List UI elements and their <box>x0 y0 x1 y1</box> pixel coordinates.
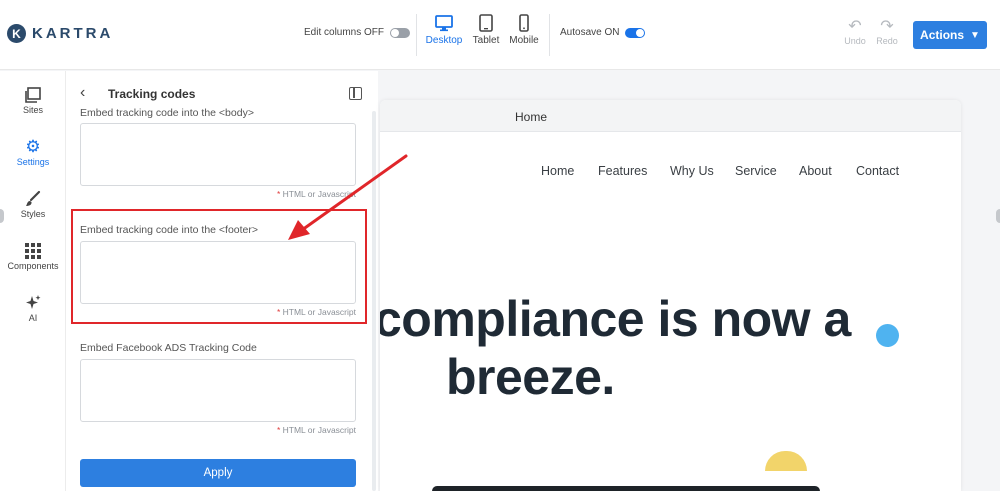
brush-icon <box>0 189 66 209</box>
toolbar-divider <box>549 14 550 56</box>
body-code-label: Embed tracking code into the <body> <box>80 107 254 119</box>
device-tablet-label: Tablet <box>472 35 500 46</box>
rail-item-styles[interactable]: Styles <box>0 189 66 219</box>
facebook-ads-code-hint: * HTML or Javascript <box>276 425 356 435</box>
rail-label-ai: AI <box>28 313 38 323</box>
tablet-icon <box>479 14 493 32</box>
panel-title: Tracking codes <box>108 87 196 101</box>
site-nav-service[interactable]: Service <box>735 164 777 178</box>
redo-icon: ↷ <box>880 18 894 35</box>
logo-text: KARTRA <box>32 25 114 42</box>
red-arrow-annotation <box>288 154 408 240</box>
sites-icon <box>0 85 66 105</box>
right-edge-handle[interactable] <box>996 209 1000 223</box>
rail-item-sites[interactable]: Sites <box>0 85 66 115</box>
device-tablet-button[interactable]: Tablet <box>466 14 506 46</box>
dark-pill-element <box>432 486 820 491</box>
device-desktop-label: Desktop <box>425 35 463 46</box>
left-icon-rail: Sites ⚙ Settings Styles Components AI <box>0 71 66 491</box>
undo-label: Undo <box>844 36 866 46</box>
mobile-icon <box>519 14 529 32</box>
site-nav-features[interactable]: Features <box>598 164 647 178</box>
decorative-yellow-shape <box>765 451 807 471</box>
left-edge-handle[interactable] <box>0 209 4 223</box>
preview-page-name: Home <box>515 110 548 124</box>
rail-item-ai[interactable]: AI <box>0 293 66 323</box>
autosave-toggle[interactable] <box>625 27 646 38</box>
desktop-icon <box>435 15 453 32</box>
top-toolbar: K KARTRA Edit columns OFF Desktop Tablet… <box>0 0 1000 70</box>
undo-button[interactable]: ↶ Undo <box>842 18 868 46</box>
back-arrow-icon[interactable]: ‹ <box>80 84 85 102</box>
rail-item-settings[interactable]: ⚙ Settings <box>0 137 66 167</box>
redo-button[interactable]: ↷ Redo <box>874 18 900 46</box>
panel-header: ‹ Tracking codes <box>66 84 378 104</box>
site-nav-home[interactable]: Home <box>541 164 574 178</box>
device-mobile-label: Mobile <box>509 35 539 46</box>
edit-columns-toggle[interactable] <box>390 27 411 38</box>
collapse-panel-icon[interactable] <box>349 87 362 100</box>
autosave-toggle-group: Autosave ON <box>560 27 646 38</box>
sparkle-icon <box>0 293 66 313</box>
preview-page-tab[interactable]: Home <box>380 100 961 132</box>
kartra-logo[interactable]: K KARTRA <box>7 24 113 43</box>
grid-icon <box>0 241 66 261</box>
edit-columns-toggle-group: Edit columns OFF <box>304 27 411 38</box>
toolbar-divider <box>416 14 417 56</box>
page-preview: Home Home Features Why Us Service About … <box>380 100 961 491</box>
rail-label-styles: Styles <box>20 209 46 219</box>
facebook-ads-code-label: Embed Facebook ADS Tracking Code <box>80 342 257 354</box>
actions-label: Actions <box>920 28 965 42</box>
rail-item-components[interactable]: Components <box>0 241 66 271</box>
site-nav-contact[interactable]: Contact <box>856 164 899 178</box>
autosave-label: Autosave ON <box>560 27 620 38</box>
site-nav-why-us[interactable]: Why Us <box>670 164 714 178</box>
chevron-down-icon: ▼ <box>970 29 980 41</box>
redo-label: Redo <box>876 36 898 46</box>
device-desktop-button[interactable]: Desktop <box>424 14 464 46</box>
rail-label-sites: Sites <box>22 105 43 115</box>
hero-headline-line2: breeze. <box>446 349 615 405</box>
hero-headline-line1: compliance is now a <box>380 291 851 347</box>
site-nav-about[interactable]: About <box>799 164 832 178</box>
apply-button[interactable]: Apply <box>80 459 356 487</box>
rail-label-settings: Settings <box>16 157 50 167</box>
facebook-ads-code-textarea[interactable] <box>80 359 356 422</box>
undo-icon: ↶ <box>848 18 862 35</box>
logo-mark: K <box>7 24 26 43</box>
actions-button[interactable]: Actions ▼ <box>913 21 987 49</box>
decorative-blue-dot <box>876 324 899 347</box>
gear-icon: ⚙ <box>25 137 41 156</box>
device-mobile-button[interactable]: Mobile <box>504 14 544 46</box>
edit-columns-label: Edit columns OFF <box>304 27 385 38</box>
rail-label-components: Components <box>7 261 59 271</box>
